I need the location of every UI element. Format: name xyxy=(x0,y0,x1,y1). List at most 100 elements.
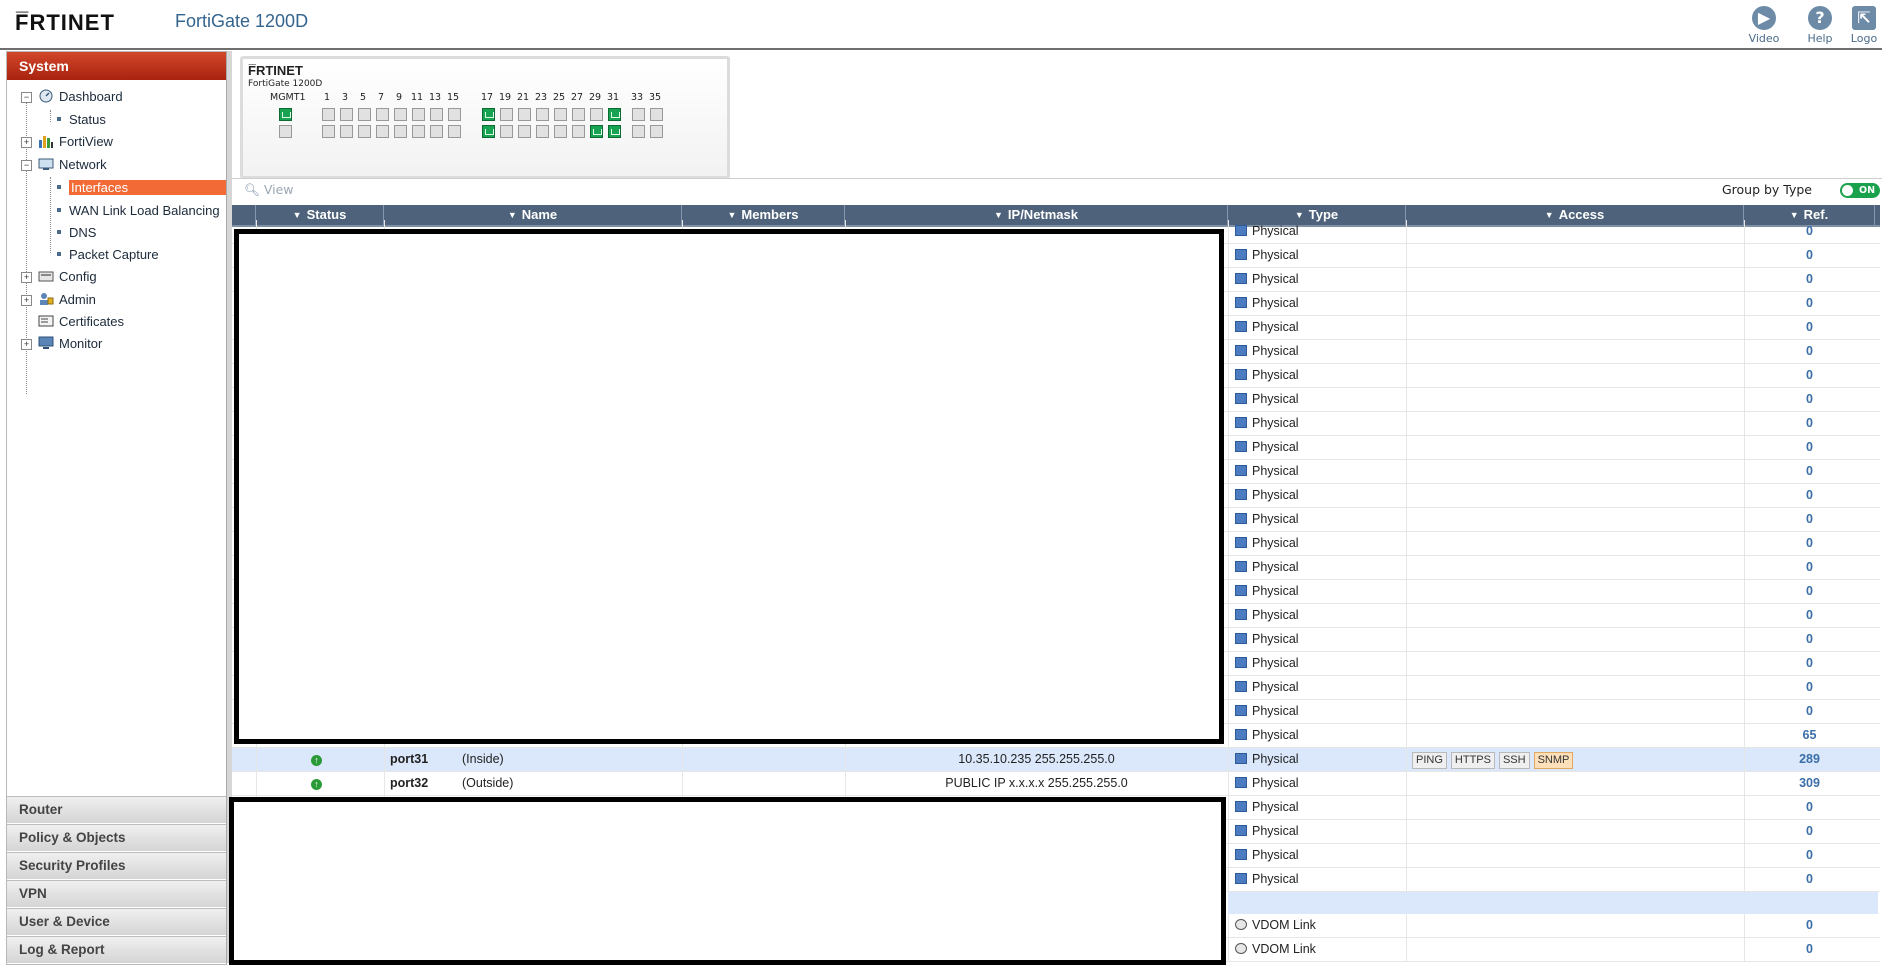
ref-count[interactable]: 0 xyxy=(1744,938,1875,961)
port-1[interactable] xyxy=(322,108,335,121)
ref-count[interactable]: 0 xyxy=(1744,340,1875,363)
port-25[interactable] xyxy=(554,108,567,121)
ref-count[interactable]: 309 xyxy=(1744,772,1875,795)
ref-count[interactable]: 0 xyxy=(1744,436,1875,459)
ref-count[interactable]: 65 xyxy=(1744,724,1875,747)
port-2[interactable] xyxy=(322,125,335,138)
port-12[interactable] xyxy=(412,125,425,138)
expand-icon[interactable]: + xyxy=(21,295,32,306)
port-mgmt1[interactable] xyxy=(279,108,292,121)
port-35[interactable] xyxy=(650,108,663,121)
tree-item-interfaces[interactable]: Interfaces xyxy=(57,180,233,195)
port-18[interactable] xyxy=(482,125,495,138)
ref-count[interactable]: 0 xyxy=(1744,652,1875,675)
section-log-report[interactable]: Log & Report xyxy=(7,936,226,963)
port-22[interactable] xyxy=(518,125,531,138)
section-user-device[interactable]: User & Device xyxy=(7,908,226,935)
ref-count[interactable]: 0 xyxy=(1744,388,1875,411)
ref-count[interactable]: 0 xyxy=(1744,556,1875,579)
ref-count[interactable]: 0 xyxy=(1744,244,1875,267)
ref-count[interactable]: 0 xyxy=(1744,412,1875,435)
port-14[interactable] xyxy=(430,125,443,138)
section-router[interactable]: Router xyxy=(7,796,226,823)
filter-icon[interactable]: ▼ xyxy=(508,210,517,220)
port-7[interactable] xyxy=(376,108,389,121)
port-28[interactable] xyxy=(572,125,585,138)
tree-item-dns[interactable]: DNS xyxy=(57,225,96,240)
filter-icon[interactable]: ▼ xyxy=(1295,210,1304,220)
filter-icon[interactable]: ▼ xyxy=(293,210,302,220)
ref-count[interactable]: 0 xyxy=(1744,796,1875,819)
port-4[interactable] xyxy=(340,125,353,138)
port-6[interactable] xyxy=(358,125,371,138)
tree-item-packet-capture[interactable]: Packet Capture xyxy=(57,247,159,262)
tree-item-status[interactable]: Status xyxy=(57,112,106,127)
ref-count[interactable]: 0 xyxy=(1744,604,1875,627)
tree-item-wan-link-load-balancing[interactable]: WAN Link Load Balancing xyxy=(57,203,220,218)
ref-count[interactable]: 0 xyxy=(1744,868,1875,891)
help-button[interactable]: ? Help xyxy=(1796,6,1844,45)
port-31[interactable] xyxy=(608,108,621,121)
port-21[interactable] xyxy=(518,108,531,121)
expand-icon[interactable]: + xyxy=(21,137,32,148)
port-mgmt2[interactable] xyxy=(279,125,292,138)
table-row[interactable]: ↑ port32 (Outside) PUBLIC IP x.x.x.x 255.25… xyxy=(232,772,1880,796)
port-11[interactable] xyxy=(412,108,425,121)
logout-button[interactable]: ⇱ Logo xyxy=(1846,6,1882,45)
port-36[interactable] xyxy=(650,125,663,138)
section-policy-objects[interactable]: Policy & Objects xyxy=(7,824,226,851)
port-8[interactable] xyxy=(376,125,389,138)
port-24[interactable] xyxy=(536,125,549,138)
expand-icon[interactable]: + xyxy=(21,339,32,350)
filter-icon[interactable]: ▼ xyxy=(728,210,737,220)
section-security-profiles[interactable]: Security Profiles xyxy=(7,852,226,879)
port-26[interactable] xyxy=(554,125,567,138)
ref-count[interactable]: 0 xyxy=(1744,268,1875,291)
ref-count[interactable]: 0 xyxy=(1744,676,1875,699)
video-button[interactable]: ▶ Video xyxy=(1740,6,1788,45)
tree-item-fortiview[interactable]: + FortiView xyxy=(21,134,113,149)
port-17[interactable] xyxy=(482,108,495,121)
view-button[interactable]: 🔍︎ View xyxy=(244,182,294,198)
ref-count[interactable]: 0 xyxy=(1744,508,1875,531)
tree-item-certificates[interactable]: Certificates xyxy=(21,314,124,329)
ref-count[interactable]: 0 xyxy=(1744,460,1875,483)
port-3[interactable] xyxy=(340,108,353,121)
ref-count[interactable]: 0 xyxy=(1744,580,1875,603)
port-29[interactable] xyxy=(590,108,603,121)
section-vpn[interactable]: VPN xyxy=(7,880,226,907)
tree-item-admin[interactable]: + Admin xyxy=(21,292,96,307)
collapse-icon[interactable]: − xyxy=(21,160,32,171)
table-row[interactable]: ↑ port31 (Inside) 10.35.10.235 255.255.255.… xyxy=(232,748,1880,772)
port-19[interactable] xyxy=(500,108,513,121)
tree-item-network[interactable]: − Network xyxy=(21,157,107,172)
collapse-icon[interactable]: − xyxy=(21,92,32,103)
port-15[interactable] xyxy=(448,108,461,121)
ref-count[interactable]: 0 xyxy=(1744,292,1875,315)
port-32[interactable] xyxy=(608,125,621,138)
ref-count[interactable]: 0 xyxy=(1744,220,1875,243)
port-34[interactable] xyxy=(632,125,645,138)
ref-count[interactable]: 0 xyxy=(1744,700,1875,723)
filter-icon[interactable]: ▼ xyxy=(1545,210,1554,220)
filter-icon[interactable]: ▼ xyxy=(994,210,1003,220)
tree-item-monitor[interactable]: + Monitor xyxy=(21,336,102,351)
ref-count[interactable]: 0 xyxy=(1744,484,1875,507)
port-27[interactable] xyxy=(572,108,585,121)
port-5[interactable] xyxy=(358,108,371,121)
port-13[interactable] xyxy=(430,108,443,121)
ref-count[interactable]: 0 xyxy=(1744,844,1875,867)
ref-count[interactable]: 0 xyxy=(1744,532,1875,555)
ref-count[interactable]: 0 xyxy=(1744,628,1875,651)
tree-item-dashboard[interactable]: − Dashboard xyxy=(21,89,123,104)
tree-item-config[interactable]: + Config xyxy=(21,269,97,284)
ref-count[interactable]: 0 xyxy=(1744,364,1875,387)
port-9[interactable] xyxy=(394,108,407,121)
ref-count[interactable]: 0 xyxy=(1744,316,1875,339)
system-section-header[interactable]: System xyxy=(7,52,226,80)
port-10[interactable] xyxy=(394,125,407,138)
expand-icon[interactable]: + xyxy=(21,272,32,283)
ref-count[interactable]: 0 xyxy=(1744,914,1875,937)
group-by-type-toggle[interactable]: ON xyxy=(1840,183,1880,198)
filter-icon[interactable]: ▼ xyxy=(1790,210,1799,220)
